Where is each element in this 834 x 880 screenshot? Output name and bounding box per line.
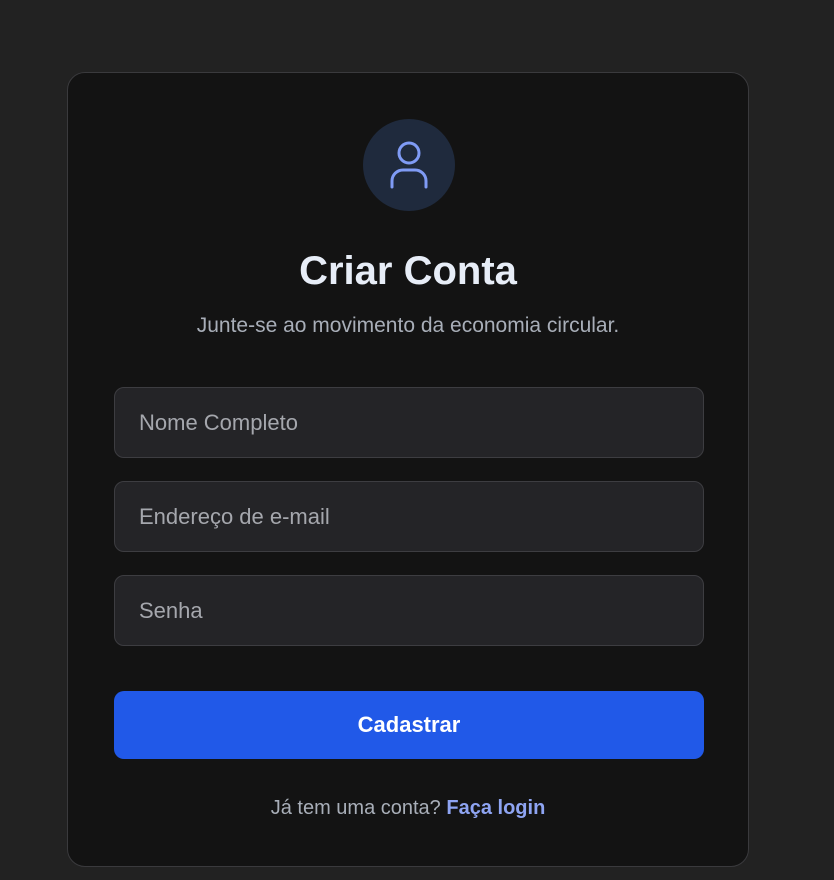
- signup-button[interactable]: Cadastrar: [114, 691, 704, 759]
- avatar: [363, 119, 455, 211]
- signup-card: Criar Conta Junte-se ao movimento da eco…: [67, 72, 749, 867]
- email-input[interactable]: [114, 481, 704, 552]
- login-prompt-text: Já tem uma conta?: [270, 797, 441, 819]
- page-subtitle: Junte-se ao movimento da economia circul…: [196, 314, 620, 337]
- login-link[interactable]: Faça login: [446, 797, 545, 819]
- full-name-input[interactable]: [114, 387, 704, 458]
- page-title: Criar Conta: [299, 249, 517, 293]
- user-icon: [390, 141, 428, 189]
- password-input[interactable]: [114, 575, 704, 646]
- login-prompt: Já tem uma conta? Faça login: [68, 795, 748, 821]
